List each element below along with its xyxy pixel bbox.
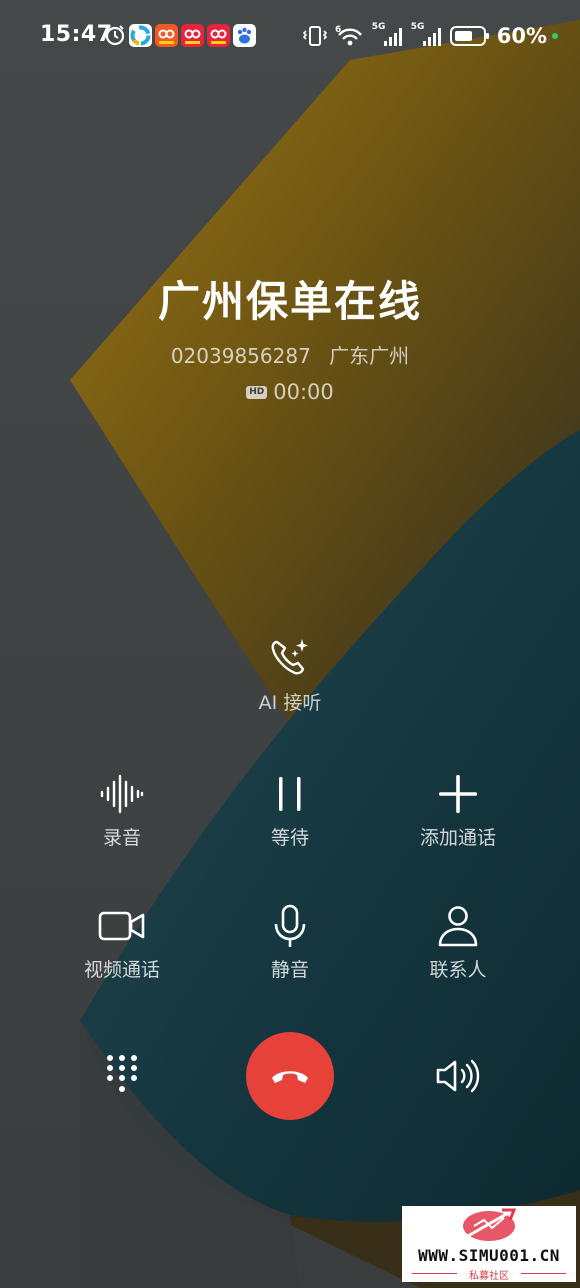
- battery-icon: [449, 26, 489, 46]
- watermark-subtitle: 私募社区: [469, 1271, 509, 1282]
- app-notification-icon: [181, 23, 204, 47]
- video-call-label: 视频通话: [83, 959, 160, 981]
- caller-name: 广州保单在线: [157, 277, 422, 326]
- wifi-6-icon: 6: [335, 25, 362, 46]
- speaker-button[interactable]: [432, 1052, 484, 1100]
- hold-label: 等待: [270, 827, 309, 849]
- app-notification-icon: [155, 23, 178, 47]
- battery-percent: 60%: [496, 24, 547, 48]
- site-watermark: WWW.SIMU001.CN 私募社区: [402, 1206, 576, 1282]
- hold-button[interactable]: 等待: [215, 770, 365, 850]
- record-label: 录音: [102, 827, 141, 849]
- status-time: 15:47: [40, 22, 113, 47]
- cellular-signal-1-icon: 5G: [372, 22, 404, 48]
- video-camera-icon: [98, 902, 146, 949]
- status-bar: 15:47 6 5G 5G 60%: [0, 0, 580, 70]
- end-call-button[interactable]: [246, 1032, 334, 1120]
- speaker-icon: [436, 1059, 480, 1093]
- person-icon: [438, 902, 478, 949]
- notification-icons: [104, 22, 256, 48]
- watermark-logo: [463, 1208, 517, 1241]
- cellular-signal-2-icon: 5G: [411, 22, 443, 48]
- mute-button[interactable]: 静音: [215, 902, 365, 982]
- hang-up-icon: [272, 1071, 308, 1083]
- system-status-icons: 6 5G 5G 60%: [302, 22, 558, 50]
- plus-icon: [438, 770, 478, 817]
- privacy-indicator-dot: [552, 33, 558, 39]
- record-button[interactable]: 录音: [47, 770, 197, 850]
- add-call-button[interactable]: 添加通话: [383, 770, 533, 850]
- watermark-site: WWW.SIMU001.CN: [418, 1246, 560, 1265]
- mute-label: 静音: [270, 959, 309, 981]
- watermark-divider-right: [521, 1273, 566, 1274]
- svg-text:6: 6: [335, 25, 341, 35]
- baidu-app-icon: [233, 23, 256, 47]
- dialpad-icon: [107, 1055, 137, 1092]
- caller-details: 02039856287 广东广州: [0, 340, 580, 369]
- ai-answer-button[interactable]: AI 接听: [240, 636, 340, 718]
- contacts-label: 联系人: [429, 959, 487, 981]
- caller-number: 02039856287: [170, 344, 311, 368]
- dialpad-button[interactable]: [96, 1050, 148, 1102]
- alarm-icon: [105, 25, 125, 46]
- waveform-icon: [100, 770, 144, 817]
- call-status: HD 00:00: [0, 380, 580, 404]
- pause-icon: [275, 770, 305, 817]
- app-notification-icon: [129, 23, 152, 47]
- contacts-button[interactable]: 联系人: [383, 902, 533, 982]
- ai-phone-sparkle-icon: [271, 639, 308, 675]
- add-call-label: 添加通话: [419, 827, 496, 849]
- microphone-icon: [273, 902, 307, 949]
- hd-voice-badge: HD: [246, 385, 268, 399]
- vibrate-icon: [302, 26, 327, 46]
- video-call-button[interactable]: 视频通话: [47, 902, 197, 982]
- caller-location: 广东广州: [329, 344, 410, 368]
- ai-answer-label: AI 接听: [258, 692, 322, 714]
- call-duration: 00:00: [273, 380, 334, 404]
- app-notification-icon: [207, 23, 230, 47]
